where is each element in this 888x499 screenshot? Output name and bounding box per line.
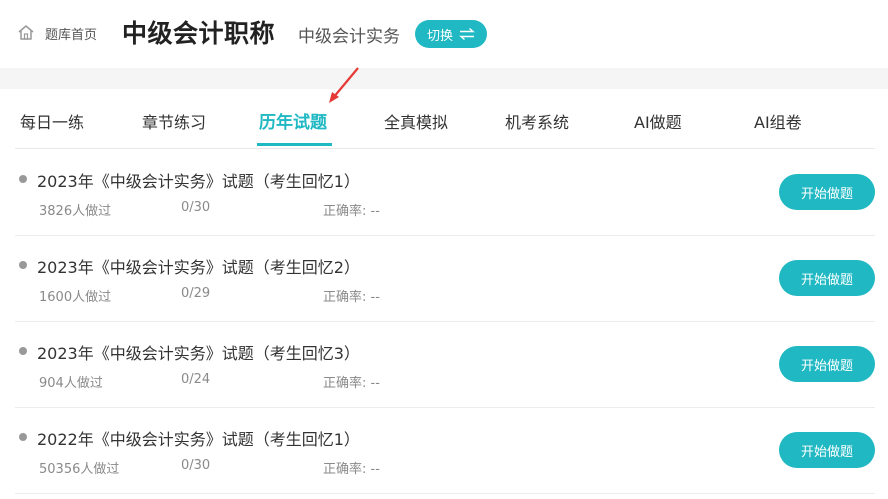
start-practice-button[interactable]: 开始做题 bbox=[779, 346, 875, 382]
accuracy-value: -- bbox=[370, 290, 380, 305]
accuracy: 正确率: -- bbox=[323, 286, 380, 305]
subject-name: 中级会计实务 bbox=[298, 27, 400, 47]
tab-computer-exam[interactable]: 机考系统 bbox=[505, 109, 569, 133]
exam-title[interactable]: 2023年《中级会计实务》试题（考生回忆2） bbox=[37, 254, 360, 278]
accuracy-value: -- bbox=[370, 204, 380, 219]
annotation-arrow-icon bbox=[329, 67, 359, 103]
home-icon bbox=[16, 23, 36, 43]
swap-arrows-icon bbox=[459, 27, 475, 41]
accuracy-value: -- bbox=[370, 462, 380, 477]
home-link[interactable]: 题库首页 bbox=[16, 22, 97, 44]
switch-subject-button[interactable]: 切换 bbox=[415, 20, 487, 48]
progress: 0/30 bbox=[181, 200, 211, 215]
tabs-divider bbox=[15, 148, 875, 149]
people-count: 1600人做过 bbox=[39, 290, 112, 305]
tab-past-exams[interactable]: 历年试题 bbox=[259, 108, 327, 133]
exam-title[interactable]: 2022年《中级会计实务》试题（考生回忆1） bbox=[37, 426, 360, 450]
start-practice-button[interactable]: 开始做题 bbox=[779, 260, 875, 296]
switch-label: 切换 bbox=[426, 28, 453, 44]
section-separator bbox=[0, 68, 888, 89]
list-item: 2023年《中级会计实务》试题（考生回忆3） 904人做过 0/24 正确率: … bbox=[15, 322, 875, 408]
accuracy: 正确率: -- bbox=[323, 458, 380, 477]
exam-title[interactable]: 2023年《中级会计实务》试题（考生回忆3） bbox=[37, 340, 360, 364]
accuracy: 正确率: -- bbox=[323, 372, 380, 391]
accuracy: 正确率: -- bbox=[323, 200, 380, 219]
list-item: 2022年《中级会计实务》试题（考生回忆1） 50356人做过 0/30 正确率… bbox=[15, 408, 875, 494]
tab-mock-exam[interactable]: 全真模拟 bbox=[384, 109, 448, 133]
start-practice-button[interactable]: 开始做题 bbox=[779, 174, 875, 210]
tab-daily-practice[interactable]: 每日一练 bbox=[20, 109, 84, 133]
tab-chapter-practice[interactable]: 章节练习 bbox=[142, 109, 206, 133]
people-count: 3826人做过 bbox=[39, 204, 112, 219]
accuracy-label: 正确率: bbox=[323, 376, 367, 391]
people-count: 904人做过 bbox=[39, 376, 103, 391]
tab-ai-practice[interactable]: AI做题 bbox=[634, 109, 682, 133]
tab-bar: 每日一练 章节练习 历年试题 全真模拟 机考系统 AI做题 AI组卷 bbox=[0, 89, 888, 149]
accuracy-value: -- bbox=[370, 376, 380, 391]
accuracy-label: 正确率: bbox=[323, 462, 367, 477]
progress: 0/29 bbox=[181, 286, 211, 301]
start-practice-button[interactable]: 开始做题 bbox=[779, 432, 875, 468]
exam-title[interactable]: 2023年《中级会计实务》试题（考生回忆1） bbox=[37, 168, 360, 192]
progress: 0/30 bbox=[181, 458, 211, 473]
page-title: 中级会计职称 bbox=[122, 19, 276, 48]
bullet-icon bbox=[19, 261, 27, 269]
bullet-icon bbox=[19, 347, 27, 355]
header: 题库首页 中级会计职称 中级会计实务 切换 bbox=[0, 0, 888, 68]
bullet-icon bbox=[19, 175, 27, 183]
active-tab-underline bbox=[257, 143, 332, 146]
accuracy-label: 正确率: bbox=[323, 204, 367, 219]
tab-ai-paper[interactable]: AI组卷 bbox=[754, 109, 802, 133]
list-item: 2023年《中级会计实务》试题（考生回忆2） 1600人做过 0/29 正确率:… bbox=[15, 236, 875, 322]
people-count: 50356人做过 bbox=[39, 462, 120, 477]
exam-list: 2023年《中级会计实务》试题（考生回忆1） 3826人做过 0/30 正确率:… bbox=[15, 150, 875, 494]
progress: 0/24 bbox=[181, 372, 211, 387]
home-label: 题库首页 bbox=[45, 27, 98, 43]
bullet-icon bbox=[19, 433, 27, 441]
accuracy-label: 正确率: bbox=[323, 290, 367, 305]
list-item: 2023年《中级会计实务》试题（考生回忆1） 3826人做过 0/30 正确率:… bbox=[15, 150, 875, 236]
